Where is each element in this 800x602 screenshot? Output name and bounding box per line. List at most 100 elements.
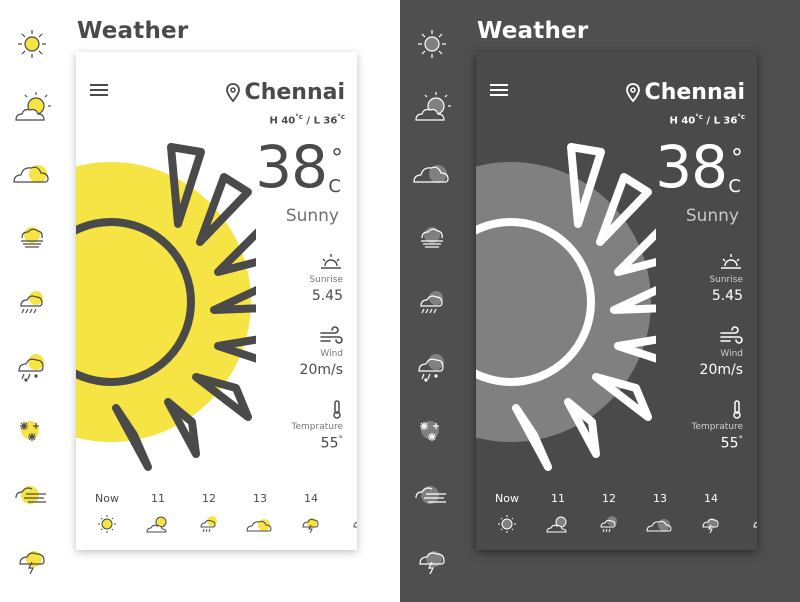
menu-bar [490,94,508,96]
temperature-label: Temprature [691,422,743,432]
large-sun-illustration-icon [76,132,256,472]
high-temp-unit: °c [695,113,703,121]
thunder-icon [286,512,336,536]
wind-value: 20m/s [299,362,343,378]
low-temp-unit: °c [337,113,345,121]
city-name: Chennai [644,80,745,105]
forecast-item-14[interactable]: 14 [686,492,736,536]
partly-sunny-icon [737,512,757,536]
sun-icon [82,512,132,536]
forecast-label: 13 [653,492,667,505]
windy-icon[interactable] [410,476,454,516]
forecast-label: 11 [551,492,565,505]
fog-icon[interactable] [10,218,54,258]
wind-label: Wind [720,349,743,359]
menu-bar [490,89,508,91]
degree-symbol: ° [331,144,343,172]
light-theme-panel: Weather Chennai H 40°c / L 36°c 38 ° C S… [0,0,400,602]
current-temperature: 38 [655,133,728,201]
forecast-label: 1 [737,492,757,508]
weather-condition: Sunny [685,206,739,226]
partly-sunny-icon[interactable] [410,88,454,128]
temperature-stat: Temprature 55° [643,399,743,452]
partly-sunny-icon [533,512,583,536]
partly-sunny-icon[interactable] [10,88,54,128]
large-sun-illustration-icon [476,132,656,472]
current-temperature: 38 [255,133,328,201]
rain-sun-icon [584,512,634,536]
cloudy-icon[interactable] [410,152,454,192]
degree-symbol: ° [731,144,743,172]
temperature-value: 55 [720,435,739,452]
hilo-separator: / [706,115,711,127]
thunder-icon[interactable] [410,540,454,580]
menu-bar [90,94,108,96]
menu-bar [90,84,108,86]
temperature-unit: C [728,176,741,197]
location-pin-icon [625,82,641,103]
rain-sun-icon[interactable] [10,282,54,322]
rain-sun-icon [184,512,234,536]
menu-bar [490,84,508,86]
forecast-item-now[interactable]: Now [82,492,132,536]
sunrise-icon [643,252,743,272]
thunder-icon [686,512,736,536]
forecast-label: Now [95,492,119,505]
forecast-label: 11 [151,492,165,505]
app-title: Weather [77,18,189,44]
temperature-unit: C [328,176,341,197]
low-temp: L 36 [313,115,338,127]
cloudy-icon[interactable] [10,152,54,192]
hamburger-menu-button[interactable] [490,84,508,98]
weather-card: Chennai H 40°c / L 36°c 38 ° C Sunny Sun… [476,52,757,550]
menu-bar [90,89,108,91]
sun-icon[interactable] [10,24,54,64]
snow-icon[interactable] [10,412,54,452]
sun-icon [482,512,532,536]
rain-sun-icon[interactable] [410,282,454,322]
forecast-item-now[interactable]: Now [482,492,532,536]
temperature-unit: ° [738,435,744,445]
forecast-item-11[interactable]: 11 [133,492,183,536]
sunrise-value: 5.45 [711,288,743,304]
forecast-item-14[interactable]: 14 [286,492,336,536]
snow-icon[interactable] [410,412,454,452]
high-temp-unit: °c [295,113,303,121]
weather-card: Chennai H 40°c / L 36°c 38 ° C Sunny Sun… [76,52,357,550]
sunrise-stat: Sunrise 5.45 [243,252,343,304]
temperature-unit: ° [338,435,344,445]
forecast-item-13[interactable]: 13 [235,492,285,536]
low-temp: L 36 [713,115,738,127]
hamburger-menu-button[interactable] [90,84,108,98]
thermometer-icon [643,399,743,419]
temperature-label: Temprature [291,422,343,432]
forecast-item-15[interactable]: 1 [737,492,757,536]
high-temp: H 40 [269,115,296,127]
high-low-temperature: H 40°c / L 36°c [270,113,346,126]
forecast-item-11[interactable]: 11 [533,492,583,536]
weather-icon-column [410,0,454,602]
hail-icon[interactable] [410,346,454,386]
forecast-label: 1 [337,492,357,508]
forecast-label: 14 [704,492,718,505]
wind-icon [243,326,343,346]
hilo-separator: / [306,115,311,127]
hail-icon[interactable] [10,346,54,386]
wind-label: Wind [320,349,343,359]
forecast-item-15[interactable]: 1 [337,492,357,536]
thunder-icon[interactable] [10,540,54,580]
partly-sunny-icon [337,512,357,536]
windy-icon[interactable] [10,476,54,516]
location-selector[interactable]: Chennai [625,80,745,105]
sun-icon[interactable] [410,24,454,64]
fog-icon[interactable] [410,218,454,258]
sunrise-stat: Sunrise 5.45 [643,252,743,304]
forecast-item-12[interactable]: 12 [584,492,634,536]
location-selector[interactable]: Chennai [225,80,345,105]
temperature-value: 55 [320,435,339,452]
forecast-item-13[interactable]: 13 [635,492,685,536]
forecast-item-12[interactable]: 12 [184,492,234,536]
forecast-label: 12 [602,492,616,505]
city-name: Chennai [244,80,345,105]
forecast-label: 13 [253,492,267,505]
